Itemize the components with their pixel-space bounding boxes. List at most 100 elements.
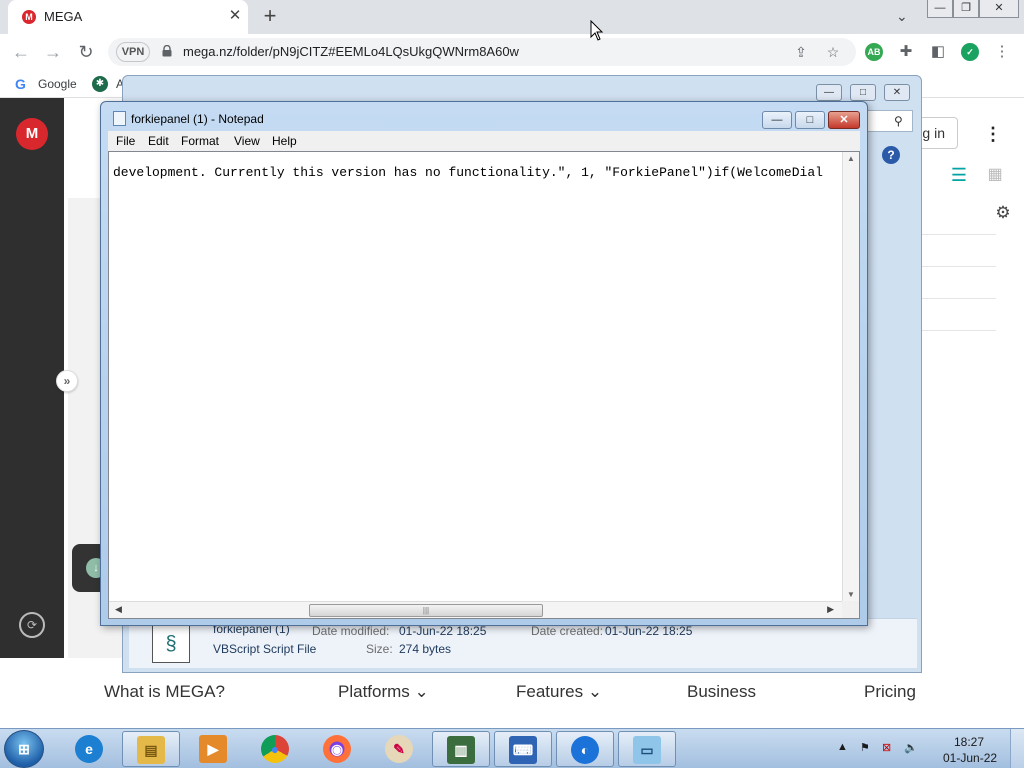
- google-chrome-icon[interactable]: ●: [246, 731, 304, 767]
- back-arrow-icon[interactable]: ←: [10, 41, 32, 63]
- window-minimize-button[interactable]: —: [927, 0, 953, 18]
- footer-pricing[interactable]: Pricing: [864, 682, 916, 702]
- bookmark-app-icon[interactable]: ✱: [92, 76, 108, 92]
- menu-format[interactable]: Format: [181, 134, 219, 148]
- footer-business[interactable]: Business: [687, 682, 756, 702]
- lock-icon[interactable]: [162, 45, 172, 57]
- row-divider: [920, 266, 996, 267]
- remote-desktop-icon[interactable]: ⌨: [494, 731, 552, 767]
- start-button[interactable]: ⊞: [4, 730, 44, 768]
- notepad-close-button[interactable]: ✕: [828, 111, 860, 129]
- reload-icon[interactable]: ↻: [75, 41, 97, 63]
- settings-gear-icon[interactable]: ⚙: [992, 202, 1014, 224]
- mega-favicon-icon: M: [22, 10, 36, 24]
- date-modified-label: Date modified:: [312, 624, 390, 638]
- list-view-icon[interactable]: ☰: [948, 164, 970, 186]
- menu-view[interactable]: View: [234, 134, 260, 148]
- help-icon[interactable]: ?: [882, 146, 900, 164]
- windows-taskbar: ⊞ e ▤ ▶ ● ◉ ✎ ▥ ⌨ ◐ ▭ ▲ ⚑ ⊠ 🔈 18:27 01-J…: [0, 728, 1024, 768]
- tab-search-chevron-icon[interactable]: ⌄: [896, 8, 908, 25]
- task-manager-icon[interactable]: ▥: [432, 731, 490, 767]
- size-value: 274 bytes: [399, 642, 452, 656]
- windows-explorer-icon[interactable]: ▤: [122, 731, 180, 767]
- network-icon[interactable]: ⊠: [882, 741, 891, 754]
- address-bar[interactable]: VPN mega.nz/folder/pN9jCITZ#EEMLo4LQsUkg…: [108, 38, 856, 66]
- notepad-app-icon: [113, 111, 126, 126]
- vpn-badge[interactable]: VPN: [116, 42, 150, 62]
- notepad-window[interactable]: forkiepanel (1) - Notepad — □ ✕ File Edi…: [100, 101, 868, 626]
- date-created-label: Date created:: [531, 624, 604, 638]
- bookmark-google[interactable]: Google: [38, 77, 77, 91]
- vertical-scrollbar[interactable]: ▲ ▼: [842, 152, 859, 601]
- media-player-icon[interactable]: ▶: [184, 731, 242, 767]
- scroll-left-icon[interactable]: ◀: [115, 604, 122, 615]
- date-modified-value: 01-Jun-22 18:25: [399, 624, 487, 638]
- chrome-menu-icon[interactable]: ⋮: [992, 42, 1012, 62]
- forward-arrow-icon[interactable]: →: [42, 41, 64, 63]
- kebab-menu-icon[interactable]: ⋮: [984, 124, 1002, 144]
- new-tab-button[interactable]: +: [258, 5, 282, 29]
- mega-logo-icon[interactable]: M: [16, 118, 48, 150]
- explorer-maximize-button[interactable]: □: [850, 84, 876, 101]
- url-text[interactable]: mega.nz/folder/pN9jCITZ#EEMLo4LQsUkgQWNr…: [183, 44, 519, 59]
- grid-view-icon[interactable]: ▦: [984, 164, 1006, 186]
- horizontal-scroll-thumb[interactable]: |||: [309, 604, 543, 617]
- google-icon: G: [15, 76, 26, 92]
- size-label: Size:: [366, 642, 393, 656]
- notepad-menubar: File Edit Format View Help: [108, 131, 860, 151]
- scroll-right-icon[interactable]: ▶: [827, 604, 834, 615]
- chevron-down-icon: ⌄: [587, 682, 603, 701]
- tab-close-icon[interactable]: ✕: [226, 7, 244, 25]
- row-divider: [920, 330, 996, 331]
- chrome-toolbar: ← → ↻ VPN mega.nz/folder/pN9jCITZ#EEMLo4…: [0, 34, 1024, 70]
- clock-time[interactable]: 18:27: [954, 735, 984, 749]
- resize-grip[interactable]: [842, 601, 859, 618]
- firefox-icon[interactable]: ◉: [308, 731, 366, 767]
- window-restore-button[interactable]: ❐: [953, 0, 979, 18]
- share-icon[interactable]: ⇪: [792, 43, 810, 61]
- clock-date[interactable]: 01-Jun-22: [943, 751, 997, 765]
- chrome-tab-strip: M MEGA ✕ + ⌄ — ❐ ✕: [0, 0, 1024, 34]
- menu-help[interactable]: Help: [272, 134, 297, 148]
- footer-what-is-mega[interactable]: What is MEGA?: [104, 682, 225, 702]
- extensions-puzzle-icon[interactable]: ✚: [896, 42, 916, 62]
- date-created-value: 01-Jun-22 18:25: [605, 624, 693, 638]
- scroll-up-icon[interactable]: ▲: [843, 154, 859, 163]
- expand-toggle-icon[interactable]: »: [56, 370, 78, 392]
- menu-file[interactable]: File: [116, 134, 135, 148]
- scroll-down-icon[interactable]: ▼: [843, 590, 859, 599]
- notepad-text-area[interactable]: development. Currently this version has …: [108, 151, 860, 619]
- row-divider: [920, 234, 996, 235]
- footer-features[interactable]: Features ⌄: [516, 682, 602, 702]
- adblock-extension-icon[interactable]: AB: [865, 43, 883, 61]
- horizontal-scrollbar[interactable]: ◀ ||| ▶: [109, 601, 842, 618]
- volume-icon[interactable]: 🔈: [904, 741, 918, 754]
- explorer-minimize-button[interactable]: —: [816, 84, 842, 101]
- shield-app-icon[interactable]: ◐: [556, 731, 614, 767]
- internet-explorer-icon[interactable]: e: [60, 731, 118, 767]
- footer-platforms[interactable]: Platforms ⌄: [338, 682, 429, 702]
- explorer-search-box[interactable]: ⚲: [865, 110, 913, 132]
- notepad-taskbar-icon[interactable]: ▭: [618, 731, 676, 767]
- notepad-title: forkiepanel (1) - Notepad: [131, 112, 264, 126]
- browser-tab-mega[interactable]: M MEGA ✕: [8, 0, 248, 34]
- menu-edit[interactable]: Edit: [148, 134, 169, 148]
- action-center-icon[interactable]: ⚑: [860, 741, 870, 754]
- notepad-minimize-button[interactable]: —: [762, 111, 792, 129]
- vbscript-file-icon: §: [152, 625, 190, 663]
- notepad-maximize-button[interactable]: □: [795, 111, 825, 129]
- chevron-down-icon: ⌄: [414, 682, 429, 701]
- side-panel-icon[interactable]: ◧: [928, 42, 948, 62]
- window-close-button[interactable]: ✕: [979, 0, 1019, 18]
- explorer-close-button[interactable]: ✕: [884, 84, 910, 101]
- paint-icon[interactable]: ✎: [370, 731, 428, 767]
- show-desktop-button[interactable]: [1010, 729, 1024, 768]
- shield-extension-icon[interactable]: ✓: [961, 43, 979, 61]
- sync-icon[interactable]: ⟳: [19, 612, 45, 638]
- row-divider: [920, 298, 996, 299]
- notepad-content[interactable]: development. Currently this version has …: [113, 165, 823, 180]
- bookmark-star-icon[interactable]: ☆: [824, 43, 842, 61]
- details-file-type: VBScript Script File: [213, 642, 317, 656]
- system-tray: ▲ ⚑ ⊠ 🔈: [832, 737, 932, 761]
- tray-expand-icon[interactable]: ▲: [837, 741, 848, 753]
